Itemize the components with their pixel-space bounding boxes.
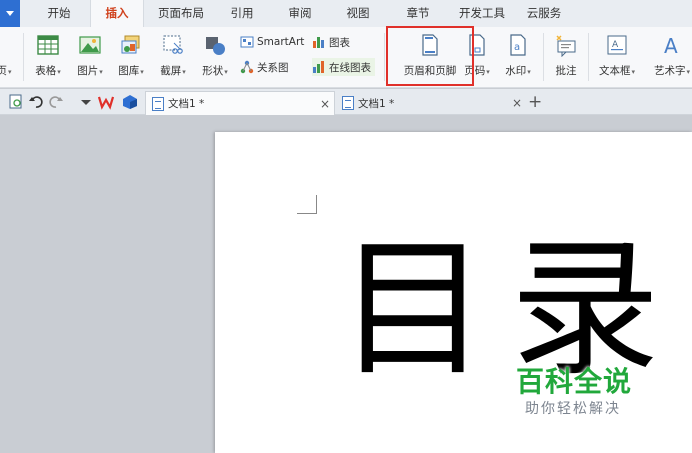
highlight-box — [386, 26, 474, 86]
document-icon — [342, 96, 354, 110]
divider — [588, 33, 589, 81]
app-menu-button[interactable] — [0, 0, 20, 27]
tab-developer[interactable]: 开发工具 — [452, 0, 512, 27]
shapes-button[interactable]: 形状▾ — [196, 27, 234, 78]
watermark-icon: a — [506, 33, 530, 57]
divider — [543, 33, 544, 81]
gallery-button[interactable]: 图库▾ — [112, 27, 150, 78]
textbox-button[interactable]: A 文本框▾ — [594, 27, 640, 78]
margin-corner-mark — [297, 195, 317, 214]
online-chart-icon — [312, 60, 326, 74]
smartart-button[interactable]: SmartArt — [240, 33, 304, 51]
tab-insert[interactable]: 插入 — [90, 0, 144, 27]
relation-icon — [240, 60, 254, 74]
document-icon — [152, 96, 164, 111]
screenshot-button[interactable]: 截屏▾ — [154, 27, 192, 78]
divider — [384, 33, 385, 81]
blank-page-button[interactable]: 页▾ — [0, 27, 14, 78]
new-tab-icon[interactable]: + — [528, 92, 542, 112]
picture-button[interactable]: 图片▾ — [72, 27, 108, 78]
relation-chart-button[interactable]: 关系图 — [240, 58, 289, 76]
svg-text:A: A — [612, 40, 619, 50]
watermark-logo: 百科全说 — [516, 365, 633, 398]
cloud-docs-icon[interactable] — [122, 94, 138, 110]
screenshot-icon — [161, 33, 185, 57]
tab-section[interactable]: 章节 — [398, 0, 438, 27]
close-icon[interactable]: × — [320, 97, 330, 111]
shapes-icon — [203, 33, 227, 57]
comment-button[interactable]: 批注 — [549, 27, 583, 78]
svg-text:a: a — [514, 42, 520, 53]
document-tab[interactable]: 文档1 * × — [145, 91, 335, 115]
tab-view[interactable]: 视图 — [338, 0, 378, 27]
wordart-icon: A — [660, 33, 684, 58]
wordart-button[interactable]: A 艺术字▾ — [646, 27, 692, 78]
tab-cloud[interactable]: 云服务 — [520, 0, 568, 27]
online-chart-button[interactable]: 在线图表 — [312, 58, 375, 76]
undo-icon[interactable] — [28, 94, 44, 110]
table-button[interactable]: 表格▾ — [30, 27, 66, 78]
document-tab[interactable]: 文档1 * × — [336, 91, 526, 115]
page-icon — [0, 33, 16, 57]
customize-dropdown-icon[interactable] — [78, 94, 94, 110]
watermark-slogan: 助你轻松解决 — [525, 401, 621, 417]
comment-icon — [554, 33, 578, 58]
tab-home[interactable]: 开始 — [38, 0, 80, 27]
smartart-icon — [240, 35, 254, 49]
chart-button[interactable]: 图表 — [312, 33, 350, 51]
textbox-icon: A — [605, 33, 629, 57]
picture-icon — [78, 33, 102, 57]
bar-chart-icon — [312, 35, 326, 49]
close-icon[interactable]: × — [512, 96, 522, 110]
svg-text:A: A — [664, 34, 678, 57]
dropdown-arrow-icon — [6, 11, 14, 16]
divider — [23, 33, 24, 81]
watermark-button[interactable]: a 水印▾ — [499, 27, 537, 78]
tab-page-layout[interactable]: 页面布局 — [152, 0, 210, 27]
menu-tab-bar: 开始 插入 页面布局 引用 审阅 视图 章节 开发工具 云服务 — [0, 0, 692, 27]
gallery-icon — [119, 33, 143, 57]
redo-icon[interactable] — [48, 94, 64, 110]
print-preview-icon[interactable] — [8, 94, 24, 110]
tab-review[interactable]: 审阅 — [280, 0, 320, 27]
wps-logo-icon[interactable] — [97, 94, 115, 110]
tab-references[interactable]: 引用 — [222, 0, 262, 27]
table-icon — [36, 33, 60, 57]
